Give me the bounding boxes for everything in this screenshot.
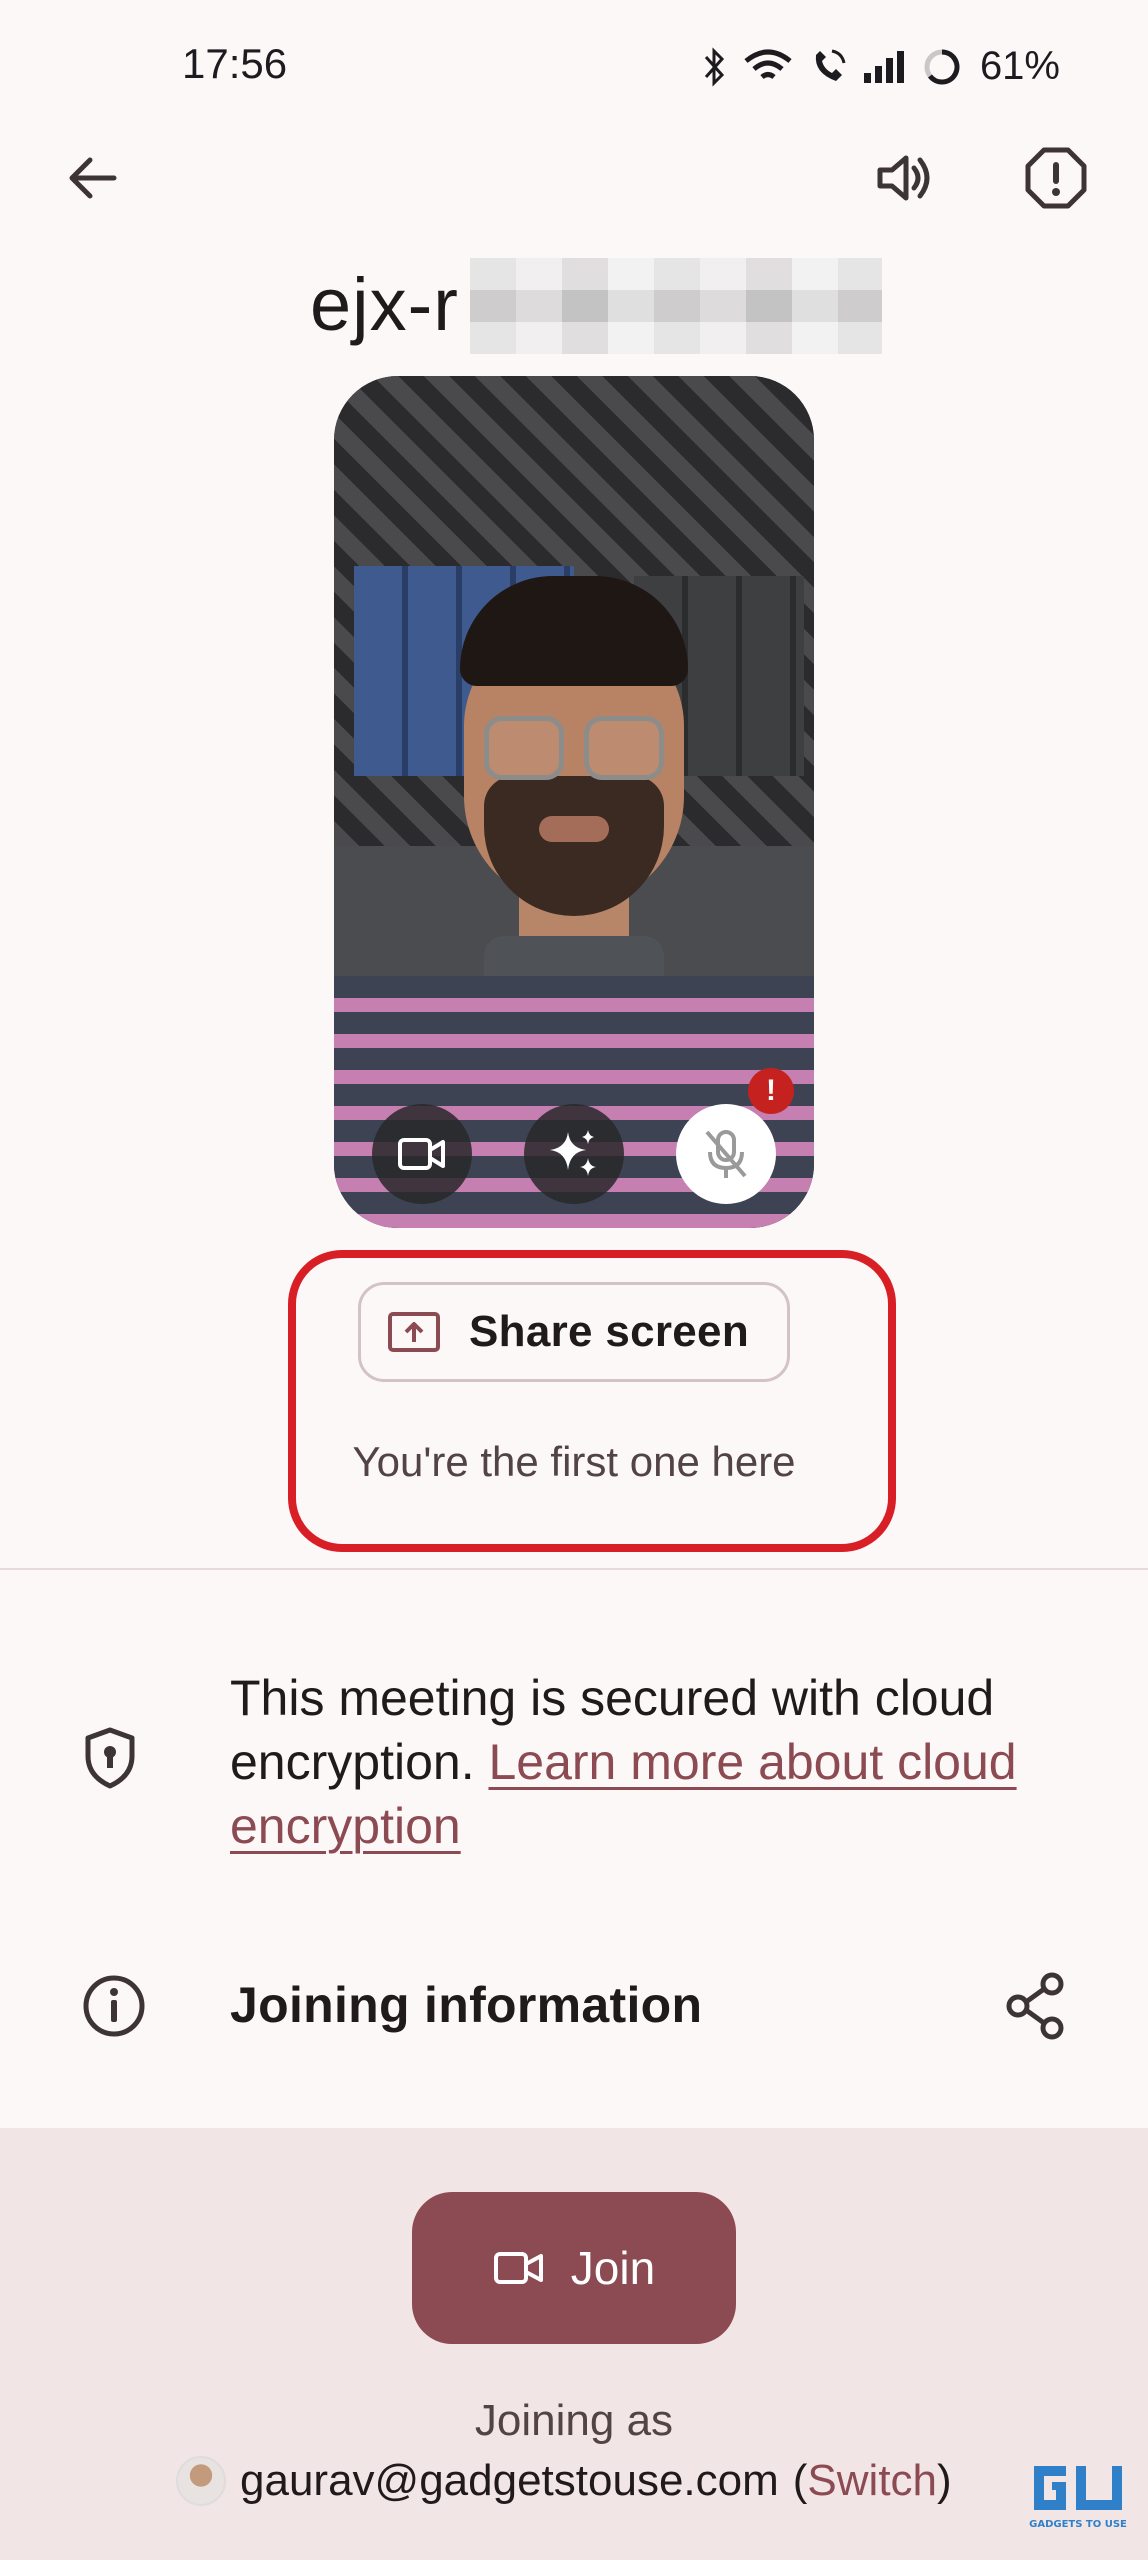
- share-screen-label: Share screen: [469, 1307, 749, 1356]
- share-screen-button[interactable]: Share screen: [358, 1282, 790, 1382]
- back-button[interactable]: [42, 128, 142, 228]
- self-video-preview: !: [334, 376, 814, 1228]
- report-button[interactable]: [1006, 128, 1106, 228]
- battery-percentage: 61%: [979, 44, 1060, 88]
- shield-icon: [80, 1726, 140, 1795]
- sparkle-icon: [550, 1130, 596, 1176]
- status-icons: 61%: [702, 44, 1060, 89]
- wifi-calling-icon: [815, 49, 846, 81]
- arrow-back-icon: [69, 157, 117, 199]
- account-email: gaurav@gadgetstouse.com: [240, 2456, 779, 2505]
- mic-off-icon: [705, 1130, 747, 1178]
- speaker-icon: [877, 155, 930, 201]
- mouth: [539, 816, 609, 842]
- svg-text:GADGETS TO USE: GADGETS TO USE: [1029, 2519, 1127, 2530]
- redacted-area: [470, 258, 882, 354]
- meeting-code: ejx-r: [310, 263, 459, 346]
- meeting-status-text: You're the first one here: [352, 1438, 796, 1485]
- encryption-notice: This meeting is secured with cloud encry…: [230, 1666, 1090, 1858]
- join-label: Join: [570, 2242, 656, 2294]
- joining-as-label: Joining as: [474, 2396, 674, 2445]
- mic-toggle-button[interactable]: [676, 1104, 776, 1204]
- join-button[interactable]: Join: [412, 2192, 736, 2344]
- mic-warning-badge: !: [748, 1068, 794, 1114]
- switch-wrapper: (Switch): [792, 2456, 952, 2505]
- account-row: gaurav@gadgetstouse.com (Switch): [176, 2456, 952, 2506]
- status-time: 17:56: [182, 40, 288, 87]
- switch-account-link[interactable]: Switch: [807, 2456, 937, 2505]
- videocam-icon: [493, 2252, 543, 2284]
- gadgets-to-use-logo: GADGETS TO USE: [1026, 2460, 1130, 2534]
- info-icon: [78, 1970, 150, 2047]
- battery-icon: [924, 49, 960, 84]
- camera-toggle-button[interactable]: [372, 1104, 472, 1204]
- audio-output-button[interactable]: [854, 128, 954, 228]
- videocam-icon: [398, 1138, 445, 1170]
- present-to-all-icon: [388, 1312, 440, 1352]
- report-octagon-icon: [1025, 147, 1087, 209]
- avatar: [176, 2456, 226, 2506]
- joining-information-label[interactable]: Joining information: [230, 1976, 702, 2034]
- wifi-icon: [744, 49, 792, 79]
- glasses: [484, 716, 668, 786]
- bluetooth-icon: [704, 46, 724, 87]
- signal-icon: [863, 50, 904, 83]
- share-icon[interactable]: [1000, 1970, 1072, 2047]
- divider: [0, 1568, 1148, 1570]
- effects-button[interactable]: [524, 1104, 624, 1204]
